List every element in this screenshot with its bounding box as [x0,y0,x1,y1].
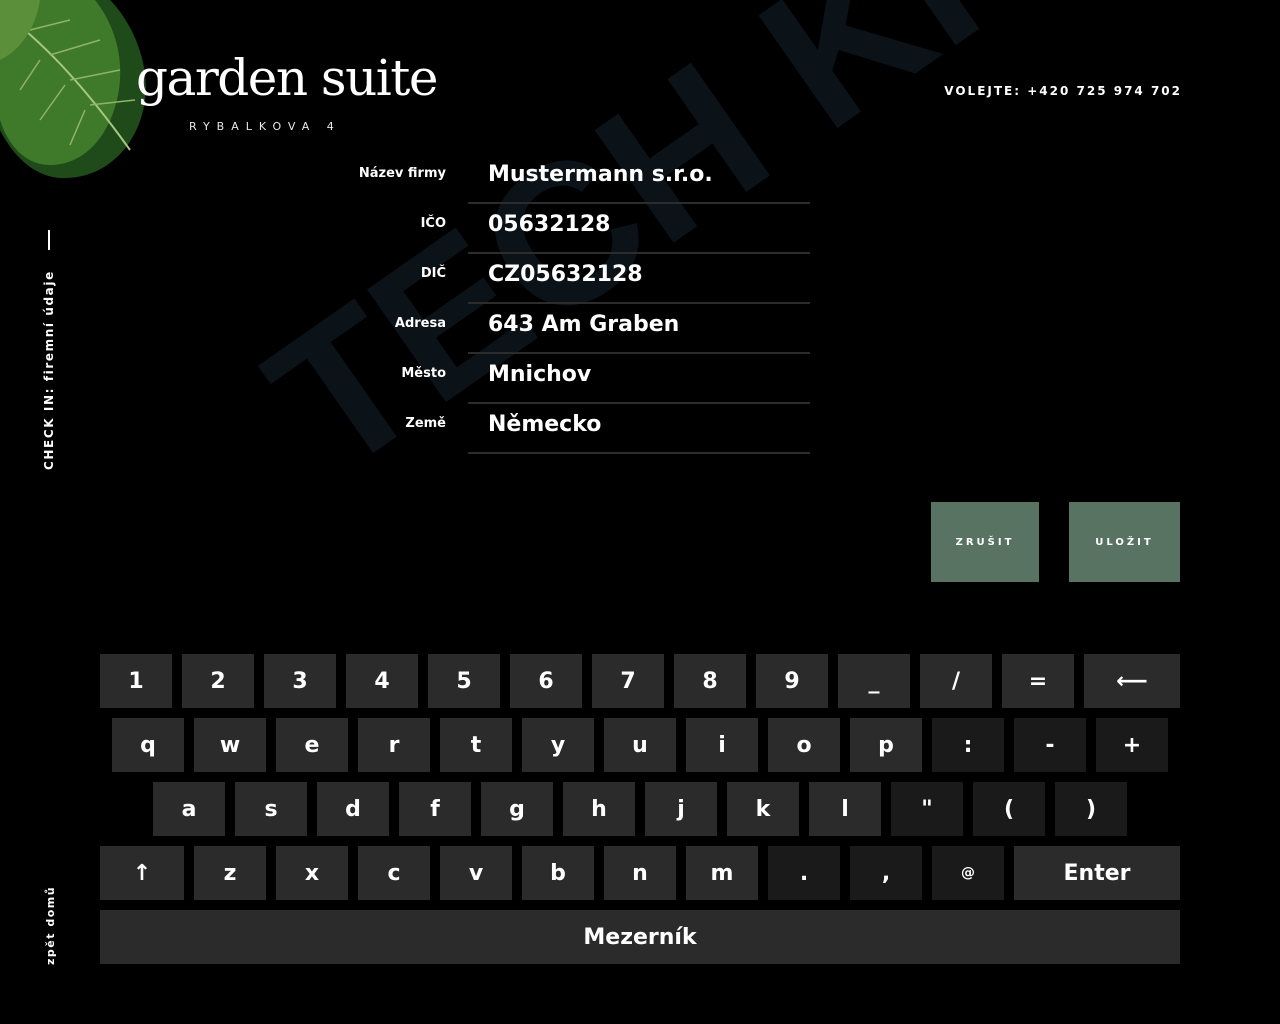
address-field[interactable]: 643 Am Graben [468,304,810,354]
key-j[interactable]: j [645,782,717,836]
key-u[interactable]: u [604,718,676,772]
form-row-dic: DIČ CZ05632128 [0,254,812,304]
field-value: 05632128 [488,212,611,237]
key-paren-open[interactable]: ( [973,782,1045,836]
key-comma[interactable]: , [850,846,922,900]
key-minus[interactable]: - [1014,718,1086,772]
field-label: Adresa [394,316,446,331]
form-row-address: Adresa 643 Am Graben [0,304,812,354]
key-y[interactable]: y [522,718,594,772]
key-b[interactable]: b [522,846,594,900]
key-m[interactable]: m [686,846,758,900]
key-6[interactable]: 6 [510,654,582,708]
key-c[interactable]: c [358,846,430,900]
save-button[interactable]: ULOŽIT [1069,502,1180,582]
brand-title: garden suite [136,49,438,107]
key-space[interactable]: Mezerník [100,910,1180,964]
key-w[interactable]: w [194,718,266,772]
key-slash[interactable]: / [920,654,992,708]
key-p[interactable]: p [850,718,922,772]
field-label: Země [405,416,446,431]
key-5[interactable]: 5 [428,654,500,708]
form-row-company-name: Název firmy Mustermann s.r.o. [0,154,812,204]
field-label: Město [401,366,446,381]
key-underscore[interactable]: _ [838,654,910,708]
field-label: DIČ [420,266,446,281]
key-d[interactable]: d [317,782,389,836]
key-equals[interactable]: = [1002,654,1074,708]
key-plus[interactable]: + [1096,718,1168,772]
field-value: Mnichov [488,362,592,387]
field-value: CZ05632128 [488,262,643,287]
key-quote[interactable]: " [891,782,963,836]
dic-field[interactable]: CZ05632128 [468,254,810,304]
field-label: Název firmy [358,166,446,181]
key-1[interactable]: 1 [100,654,172,708]
key-paren-close[interactable]: ) [1055,782,1127,836]
key-h[interactable]: h [563,782,635,836]
ico-field[interactable]: 05632128 [468,204,810,254]
key-n[interactable]: n [604,846,676,900]
key-2[interactable]: 2 [182,654,254,708]
company-name-field[interactable]: Mustermann s.r.o. [468,154,810,204]
field-value: Německo [488,412,602,437]
field-value: 643 Am Graben [488,312,680,337]
key-l[interactable]: l [809,782,881,836]
key-q[interactable]: q [112,718,184,772]
key-colon[interactable]: : [932,718,1004,772]
form-row-city: Město Mnichov [0,354,812,404]
key-8[interactable]: 8 [674,654,746,708]
key-s[interactable]: s [235,782,307,836]
key-o[interactable]: o [768,718,840,772]
key-shift[interactable]: ↑ [100,846,184,900]
key-at[interactable]: @ [932,846,1004,900]
phone-number: VOLEJTE: +420 725 974 702 [944,84,1182,98]
field-value: Mustermann s.r.o. [488,162,713,187]
key-f[interactable]: f [399,782,471,836]
field-label: IČO [420,216,446,231]
key-g[interactable]: g [481,782,553,836]
key-a[interactable]: a [153,782,225,836]
key-enter[interactable]: Enter [1014,846,1180,900]
city-field[interactable]: Mnichov [468,354,810,404]
form-row-ico: IČO 05632128 [0,204,812,254]
key-v[interactable]: v [440,846,512,900]
country-field[interactable]: Německo [468,404,810,454]
key-r[interactable]: r [358,718,430,772]
key-e[interactable]: e [276,718,348,772]
back-home-link[interactable]: zpět domů [38,865,62,965]
key-z[interactable]: z [194,846,266,900]
key-7[interactable]: 7 [592,654,664,708]
key-9[interactable]: 9 [756,654,828,708]
key-4[interactable]: 4 [346,654,418,708]
key-t[interactable]: t [440,718,512,772]
cancel-button[interactable]: ZRUŠIT [931,502,1039,582]
brand-subtitle: RYBALKOVA 4 [189,120,341,133]
key-k[interactable]: k [727,782,799,836]
key-period[interactable]: . [768,846,840,900]
key-3[interactable]: 3 [264,654,336,708]
back-home-label: zpět domů [43,885,57,965]
key-backspace[interactable]: ⟵ [1084,654,1180,708]
key-x[interactable]: x [276,846,348,900]
key-i[interactable]: i [686,718,758,772]
form-row-country: Země Německo [0,404,812,454]
